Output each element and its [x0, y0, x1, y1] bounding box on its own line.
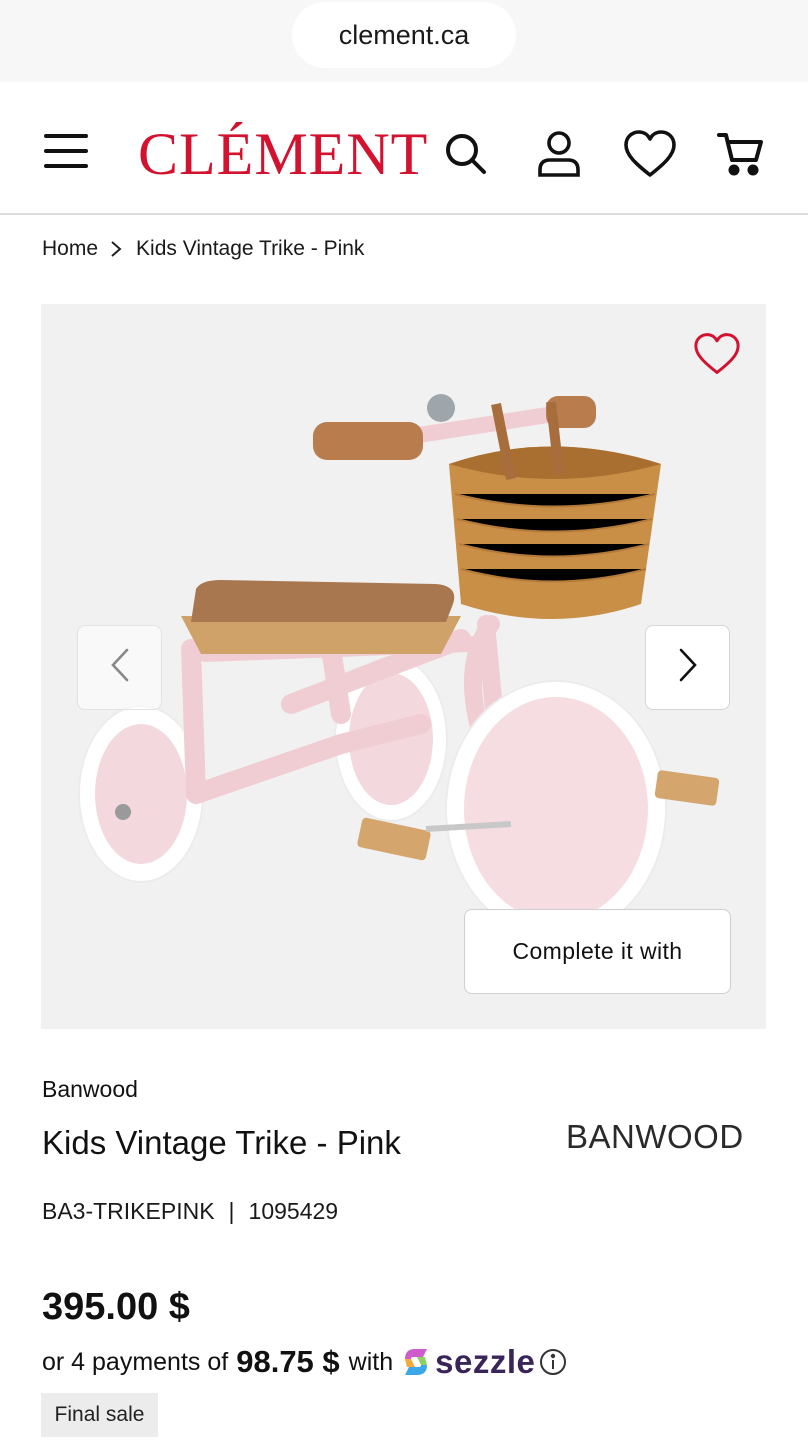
- site-logo[interactable]: CLÉMENT: [138, 124, 428, 184]
- heart-icon[interactable]: [620, 126, 680, 182]
- chevron-left-icon: [110, 648, 130, 687]
- search-icon[interactable]: [438, 126, 494, 182]
- cart-icon[interactable]: [712, 126, 768, 182]
- info-icon[interactable]: [539, 1348, 567, 1376]
- sezzle-logo[interactable]: sezzle: [401, 1343, 535, 1381]
- chevron-right-icon: [678, 648, 698, 687]
- product-brand-link[interactable]: Banwood: [42, 1076, 138, 1103]
- gallery-next-button[interactable]: [645, 625, 730, 710]
- site-header: CLÉMENT: [0, 82, 808, 215]
- heart-outline-icon[interactable]: [691, 330, 743, 378]
- url-field[interactable]: clement.ca: [292, 2, 516, 68]
- breadcrumb-home-link[interactable]: Home: [42, 237, 98, 261]
- sezzle-icon: [405, 1349, 428, 1375]
- final-sale-badge: Final sale: [41, 1393, 158, 1437]
- breadcrumb-current: Kids Vintage Trike - Pink: [136, 237, 365, 260]
- hamburger-menu-icon[interactable]: [44, 134, 88, 168]
- product-gallery: Complete it with: [41, 304, 766, 1029]
- complete-it-with-button[interactable]: Complete it with: [464, 909, 731, 994]
- installment-prefix: or 4 payments of: [42, 1347, 229, 1376]
- installment-info: or 4 payments of 98.75 $ with sezzle: [42, 1340, 567, 1384]
- product-price: 395.00 $: [42, 1286, 190, 1328]
- installment-with: with: [348, 1347, 394, 1376]
- product-sku: BA3-TRIKEPINK: [42, 1198, 215, 1224]
- sezzle-wordmark: sezzle: [435, 1343, 536, 1380]
- product-item-number: 1095429: [248, 1198, 339, 1224]
- installment-amount: 98.75 $: [236, 1344, 340, 1379]
- chevron-right-icon: [110, 240, 122, 258]
- product-identifiers: BA3-TRIKEPINK | 1095429: [42, 1198, 338, 1225]
- product-title: Kids Vintage Trike - Pink: [42, 1124, 401, 1161]
- brand-logo[interactable]: BANWOOD: [566, 1118, 744, 1156]
- gallery-prev-button[interactable]: [77, 625, 162, 710]
- separator: |: [228, 1198, 235, 1224]
- breadcrumb: Home Kids Vintage Trike - Pink: [42, 234, 364, 264]
- user-icon[interactable]: [531, 126, 587, 182]
- browser-url-bar: clement.ca: [0, 0, 808, 82]
